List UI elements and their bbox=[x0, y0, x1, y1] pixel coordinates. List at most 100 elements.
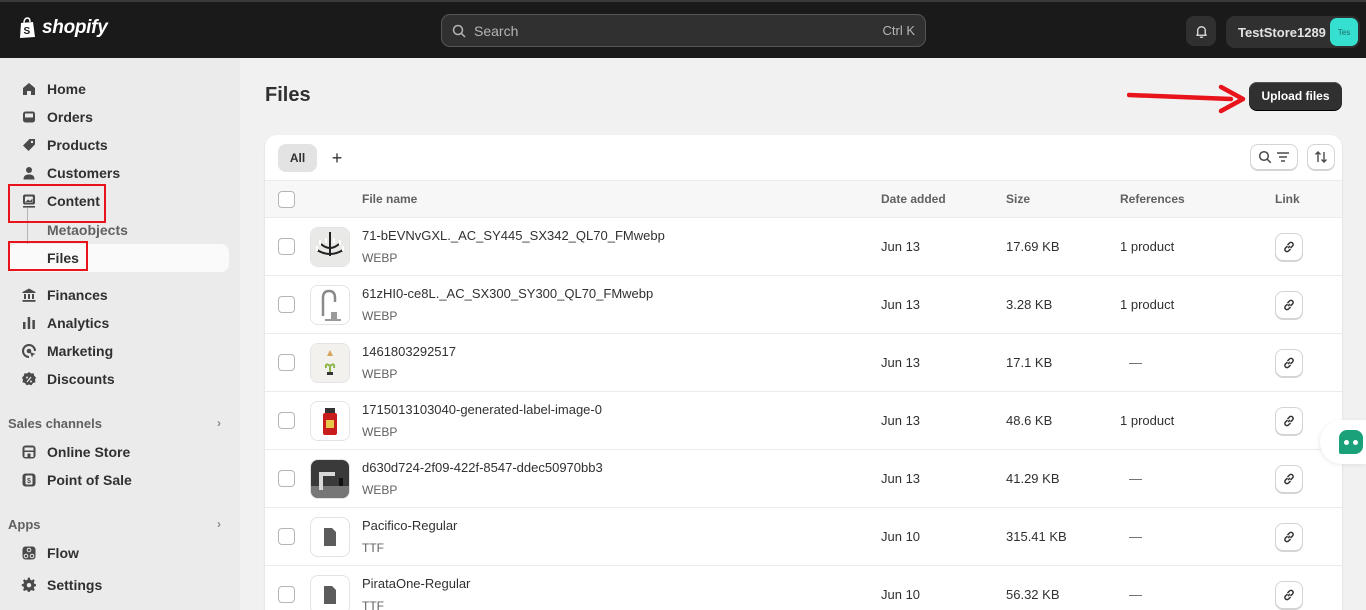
table-row[interactable]: 1715013103040-generated-label-image-0 WEB… bbox=[265, 392, 1342, 450]
apps-header[interactable]: Apps › bbox=[8, 514, 229, 534]
filter-icon bbox=[1277, 152, 1289, 162]
sort-button[interactable] bbox=[1307, 144, 1335, 170]
chat-widget-button[interactable] bbox=[1320, 420, 1366, 464]
top-bar: S shopify Search Ctrl K TestStore1289 Te… bbox=[0, 0, 1366, 58]
file-thumbnail[interactable] bbox=[310, 401, 350, 441]
table-row[interactable]: 1461803292517 WEBP Jun 13 17.1 KB — bbox=[265, 334, 1342, 392]
person-icon bbox=[21, 165, 37, 181]
link-icon bbox=[1282, 414, 1296, 428]
bank-icon bbox=[21, 287, 37, 303]
sidebar-item-label: Flow bbox=[47, 545, 79, 561]
store-icon bbox=[21, 444, 37, 460]
pos-icon: $ bbox=[21, 472, 37, 488]
search-input[interactable]: Search Ctrl K bbox=[441, 14, 926, 47]
sales-channels-header[interactable]: Sales channels › bbox=[8, 413, 229, 433]
search-placeholder: Search bbox=[474, 22, 519, 39]
file-thumbnail[interactable] bbox=[310, 343, 350, 383]
add-view-button[interactable]: + bbox=[329, 144, 345, 172]
row-checkbox[interactable] bbox=[278, 412, 295, 429]
file-name[interactable]: d630d724-2f09-422f-8547-ddec50970bb3 bbox=[362, 460, 603, 475]
sidebar-item-label: Orders bbox=[47, 109, 93, 125]
table-row[interactable]: 61zHI0-ce8L._AC_SX300_SY300_QL70_FMwebp W… bbox=[265, 276, 1342, 334]
file-thumbnail[interactable] bbox=[310, 575, 350, 610]
annotation-arrow-icon bbox=[1127, 84, 1246, 114]
sidebar-item-orders[interactable]: Orders bbox=[8, 103, 229, 131]
file-date-added: Jun 13 bbox=[881, 471, 921, 486]
copy-link-button[interactable] bbox=[1275, 523, 1303, 551]
table-row[interactable]: d630d724-2f09-422f-8547-ddec50970bb3 WEBP… bbox=[265, 450, 1342, 508]
sidebar-item-label: Products bbox=[47, 137, 108, 153]
file-type: WEBP bbox=[362, 309, 398, 323]
file-type: WEBP bbox=[362, 367, 398, 381]
svg-text:S: S bbox=[24, 26, 31, 37]
row-checkbox[interactable] bbox=[278, 238, 295, 255]
store-name: TestStore1289 bbox=[1238, 24, 1326, 40]
row-checkbox[interactable] bbox=[278, 296, 295, 313]
table-row[interactable]: Pacifico-Regular TTF Jun 10 315.41 KB — bbox=[265, 508, 1342, 566]
file-date-added: Jun 13 bbox=[881, 239, 921, 254]
shopify-bag-icon: S bbox=[20, 17, 35, 38]
link-icon bbox=[1282, 240, 1296, 254]
file-thumbnail[interactable] bbox=[310, 285, 350, 325]
file-size: 3.28 KB bbox=[1006, 297, 1053, 312]
sidebar-item-discounts[interactable]: Discounts bbox=[8, 365, 229, 393]
file-references[interactable]: 1 product bbox=[1120, 413, 1174, 428]
copy-link-button[interactable] bbox=[1275, 291, 1303, 319]
column-header-file-name[interactable]: File name bbox=[362, 192, 417, 206]
table-row[interactable]: PirataOne-Regular TTF Jun 10 56.32 KB — bbox=[265, 566, 1342, 610]
sidebar-item-customers[interactable]: Customers bbox=[8, 159, 229, 187]
copy-link-button[interactable] bbox=[1275, 465, 1303, 493]
table-row[interactable]: 71-bEVNvGXL._AC_SY445_SX342_QL70_FMwebp W… bbox=[265, 218, 1342, 276]
row-checkbox[interactable] bbox=[278, 586, 295, 603]
file-name[interactable]: Pacifico-Regular bbox=[362, 518, 457, 533]
file-references[interactable]: 1 product bbox=[1120, 239, 1174, 254]
section-label: Apps bbox=[8, 516, 41, 532]
copy-link-button[interactable] bbox=[1275, 233, 1303, 261]
sidebar-item-label: Analytics bbox=[47, 315, 110, 331]
sidebar-item-marketing[interactable]: Marketing bbox=[8, 337, 229, 365]
file-references: — bbox=[1129, 587, 1142, 602]
file-name[interactable]: 71-bEVNvGXL._AC_SY445_SX342_QL70_FMwebp bbox=[362, 228, 665, 243]
file-thumbnail[interactable] bbox=[310, 227, 350, 267]
file-name[interactable]: 1715013103040-generated-label-image-0 bbox=[362, 402, 602, 417]
row-checkbox[interactable] bbox=[278, 354, 295, 371]
file-name[interactable]: 61zHI0-ce8L._AC_SX300_SY300_QL70_FMwebp bbox=[362, 286, 653, 301]
file-thumbnail[interactable] bbox=[310, 517, 350, 557]
sort-icon bbox=[1315, 151, 1327, 163]
file-type: WEBP bbox=[362, 251, 398, 265]
shopify-logo[interactable]: S shopify bbox=[18, 17, 108, 39]
sidebar-item-analytics[interactable]: Analytics bbox=[8, 309, 229, 337]
sidebar-item-online-store[interactable]: Online Store bbox=[8, 438, 229, 466]
sidebar-item-finances[interactable]: Finances bbox=[8, 281, 229, 309]
column-header-link: Link bbox=[1275, 192, 1300, 206]
file-size: 48.6 KB bbox=[1006, 413, 1053, 428]
file-references: — bbox=[1129, 355, 1142, 370]
table-header: File name Date added Size References Lin… bbox=[265, 180, 1342, 218]
sidebar-item-label: Discounts bbox=[47, 371, 115, 387]
tag-icon bbox=[21, 137, 37, 153]
store-menu[interactable]: TestStore1289 Tes bbox=[1226, 16, 1360, 48]
file-references[interactable]: 1 product bbox=[1120, 297, 1174, 312]
sidebar-item-point-of-sale[interactable]: $ Point of Sale bbox=[8, 466, 229, 494]
copy-link-button[interactable] bbox=[1275, 581, 1303, 609]
tab-all[interactable]: All bbox=[278, 144, 317, 172]
copy-link-button[interactable] bbox=[1275, 407, 1303, 435]
file-size: 41.29 KB bbox=[1006, 471, 1060, 486]
column-header-size[interactable]: Size bbox=[1006, 192, 1030, 206]
sidebar-item-settings[interactable]: Settings bbox=[8, 571, 229, 599]
sidebar-item-home[interactable]: Home bbox=[8, 75, 229, 103]
annotation-highlight-content bbox=[8, 184, 106, 223]
file-name[interactable]: 1461803292517 bbox=[362, 344, 456, 359]
file-thumbnail[interactable] bbox=[310, 459, 350, 499]
row-checkbox[interactable] bbox=[278, 528, 295, 545]
sidebar-item-products[interactable]: Products bbox=[8, 131, 229, 159]
copy-link-button[interactable] bbox=[1275, 349, 1303, 377]
row-checkbox[interactable] bbox=[278, 470, 295, 487]
notifications-button[interactable] bbox=[1186, 16, 1216, 46]
upload-files-button[interactable]: Upload files bbox=[1249, 82, 1342, 110]
select-all-checkbox[interactable] bbox=[278, 191, 295, 208]
file-name[interactable]: PirataOne-Regular bbox=[362, 576, 470, 591]
column-header-date-added[interactable]: Date added bbox=[881, 192, 946, 206]
search-filter-button[interactable] bbox=[1250, 144, 1298, 170]
sidebar-item-flow[interactable]: Flow bbox=[8, 539, 229, 567]
